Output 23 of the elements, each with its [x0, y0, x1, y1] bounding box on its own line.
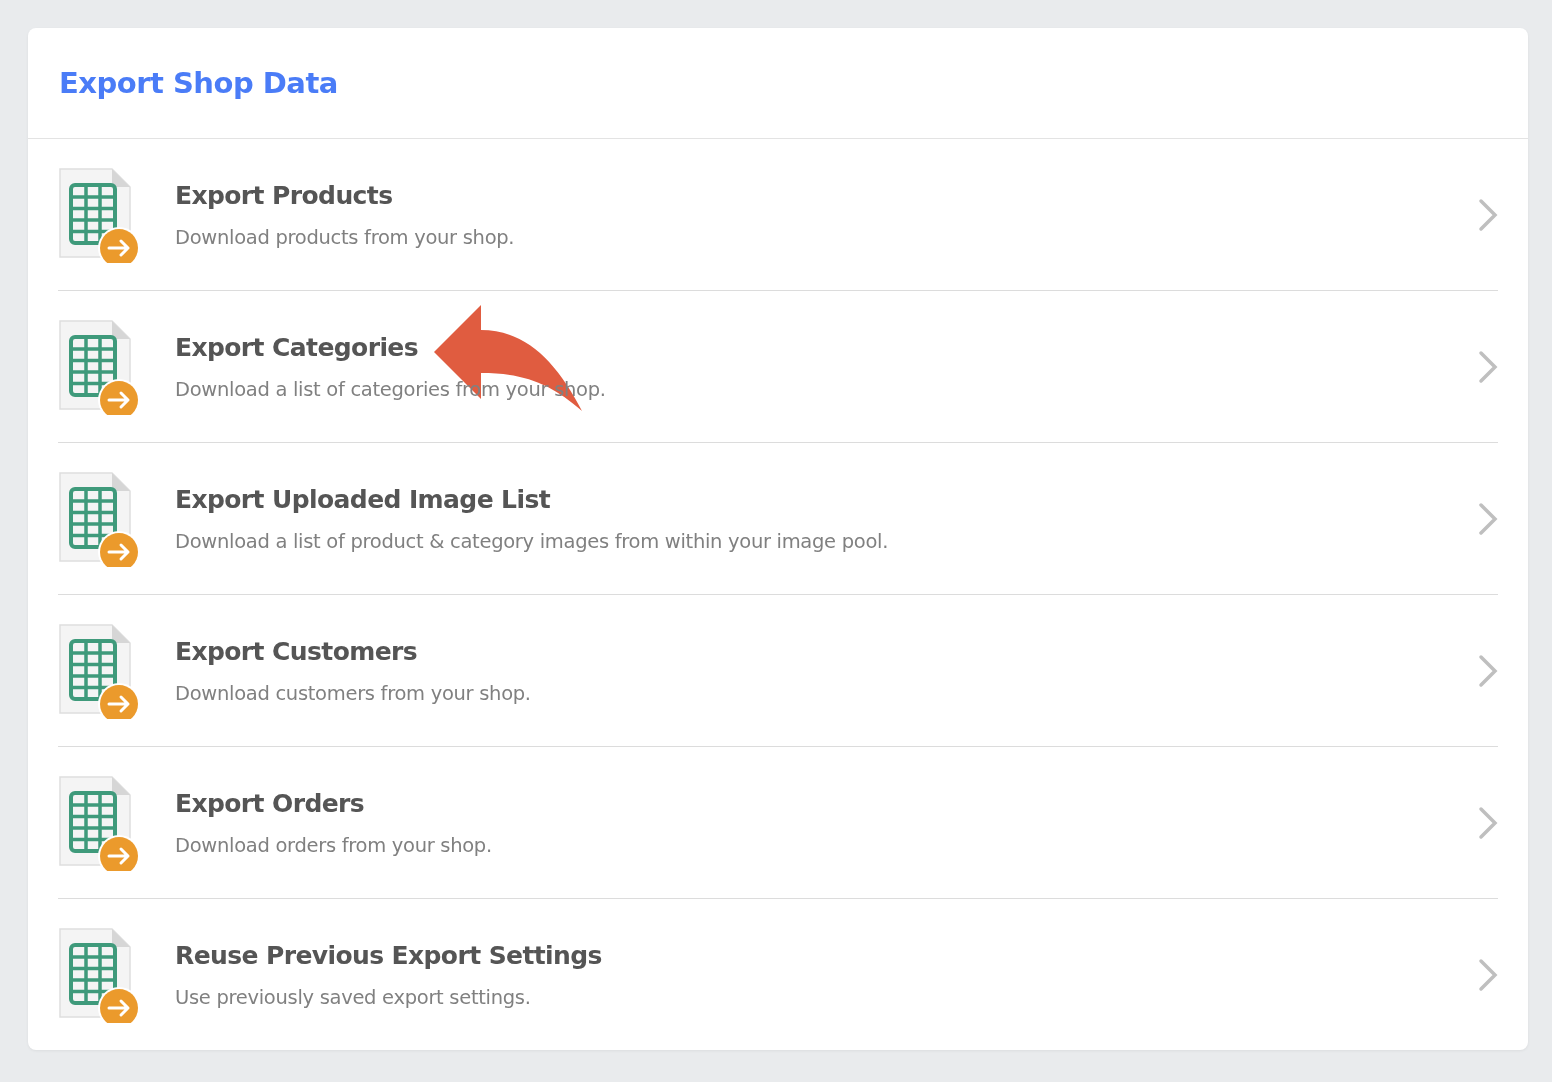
option-description: Download customers from your shop.: [175, 681, 531, 705]
option-title: Export Orders: [175, 788, 365, 818]
export-option[interactable]: Reuse Previous Export Settings Use previously saved export settings.: [58, 899, 1498, 1050]
chevron-right-icon[interactable]: [1478, 957, 1498, 992]
option-title: Export Customers: [175, 636, 418, 666]
option-description: Download orders from your shop.: [175, 833, 492, 857]
export-option[interactable]: Export Products Download products from your shop.: [58, 139, 1498, 291]
option-title: Export Uploaded Image List: [175, 484, 551, 514]
chevron-right-icon[interactable]: [1478, 197, 1498, 232]
export-option[interactable]: Export Uploaded Image List Download a list of product & category images from within your image pool.: [58, 443, 1498, 595]
option-title: Reuse Previous Export Settings: [175, 940, 602, 970]
chevron-right-icon[interactable]: [1478, 805, 1498, 840]
export-option[interactable]: Export Orders Download orders from your shop.: [58, 747, 1498, 899]
option-description: Download products from your shop.: [175, 225, 515, 249]
chevron-right-icon[interactable]: [1478, 653, 1498, 688]
option-title: Export Products: [175, 180, 393, 210]
page-title: Export Shop Data: [59, 66, 338, 100]
option-description: Download a list of product & category images from within your image pool.: [175, 529, 889, 553]
chevron-right-icon[interactable]: [1478, 501, 1498, 536]
chevron-right-icon[interactable]: [1478, 349, 1498, 384]
option-description: Use previously saved export settings.: [175, 985, 531, 1009]
option-title: Export Categories: [175, 332, 418, 362]
export-option[interactable]: Export Customers Download customers from your shop.: [58, 595, 1498, 747]
